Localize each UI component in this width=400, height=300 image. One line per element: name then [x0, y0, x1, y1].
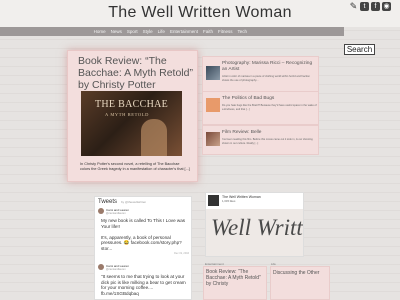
post-card-title[interactable]: Discussing the Other: [273, 270, 333, 276]
tweet-avatar[interactable]: [98, 208, 104, 214]
post-card-title[interactable]: Book Review: “The Bacchae: A Myth Retold…: [206, 269, 266, 287]
facebook-cover-image[interactable]: Well Written: [206, 209, 303, 256]
post-card-excerpt: Artist in color of marissa in a piece of…: [222, 75, 310, 82]
post-thumbnail[interactable]: [206, 98, 220, 112]
nav-item-style[interactable]: Style: [143, 29, 153, 34]
image-subtitle: A MYTH RETOLD: [105, 112, 149, 117]
main-nav: Home News Sport Style Life Entertainment…: [0, 27, 344, 36]
post-card-excerpt: Do you hate bugs like the Brazil? Becaus…: [222, 104, 317, 111]
twitter-icon[interactable]: t: [360, 2, 369, 11]
pen-icon[interactable]: ✎: [349, 2, 358, 11]
image-title: THE BACCHAE: [95, 99, 169, 110]
nav-item-entertainment[interactable]: Entertainment: [170, 29, 198, 34]
post-card[interactable]: Film Review: Belle I've been reading thi…: [202, 125, 319, 155]
tweets-heading: Tweets: [98, 199, 118, 205]
post-card-title[interactable]: The Politics of Bad Bugs: [222, 96, 317, 102]
image-figure: [141, 119, 167, 156]
nav-item-fitness[interactable]: Fitness: [218, 29, 233, 34]
facebook-page-avatar[interactable]: [208, 195, 219, 206]
tweet[interactable]: Cami and Lauren @camiandlauren My new bo…: [98, 208, 189, 256]
featured-post-title[interactable]: Book Review: “The Bacchae: A Myth Retold…: [78, 55, 193, 91]
tweet-handle[interactable]: @camiandlauren: [106, 212, 126, 215]
post-card[interactable]: Book Review: “The Bacchae: A Myth Retold…: [203, 266, 267, 300]
nav-item-news[interactable]: News: [111, 29, 122, 34]
nav-item-home[interactable]: Home: [94, 29, 106, 34]
search-button[interactable]: Search: [344, 44, 375, 55]
facebook-page-widget[interactable]: The Well Written Woman 1,045 likes Well …: [205, 192, 304, 257]
post-card[interactable]: Discussing the Other: [270, 266, 330, 300]
cover-text: Well Written: [211, 215, 303, 240]
post-card-title[interactable]: Photography: Marissa Ricci – Recognizing…: [222, 61, 317, 73]
rss-icon[interactable]: ◉: [382, 2, 391, 11]
nav-item-faith[interactable]: Faith: [203, 29, 213, 34]
post-thumbnail[interactable]: [206, 132, 220, 146]
site-header: The Well Written Woman ✎ t f ◉: [0, 0, 400, 27]
twitter-timeline[interactable]: Tweets by @thewellwritten Cami and Laure…: [94, 196, 192, 300]
tweet-text: My new book is called To This I Love was…: [101, 218, 186, 251]
tweet-date[interactable]: Dec 19, 2016: [174, 252, 189, 255]
nav-item-life[interactable]: Life: [158, 29, 165, 34]
featured-post[interactable]: Book Review: “The Bacchae: A Myth Retold…: [67, 50, 198, 182]
background-texture: [0, 0, 400, 300]
post-card[interactable]: The Politics of Bad Bugs Do you hate bug…: [202, 91, 319, 125]
tweet-avatar[interactable]: [98, 264, 104, 270]
nav-item-sport[interactable]: Sport: [127, 29, 138, 34]
site-title[interactable]: The Well Written Woman: [0, 4, 400, 22]
featured-post-image[interactable]: THE BACCHAE A MYTH RETOLD: [81, 91, 182, 156]
tweet[interactable]: Cami and Lauren @camiandlauren "It seems…: [98, 264, 189, 300]
post-card-title[interactable]: Film Review: Belle: [222, 130, 317, 136]
tweets-by[interactable]: by @thewellwritten: [121, 200, 146, 204]
nav-item-tech[interactable]: Tech: [237, 29, 247, 34]
tweet-text: "It seems to me that trying to look at y…: [101, 274, 186, 296]
post-thumbnail[interactable]: [206, 66, 220, 80]
tweet-handle[interactable]: @camiandlauren: [106, 268, 126, 271]
post-card-excerpt: I've been reading this film. Before this…: [222, 138, 313, 145]
facebook-icon[interactable]: f: [371, 2, 380, 11]
facebook-page-likes: 1,045 likes: [222, 199, 236, 203]
featured-post-excerpt: In Christy Potter's second novel, a rete…: [80, 162, 190, 171]
social-links: ✎ t f ◉: [349, 2, 391, 11]
post-card[interactable]: Photography: Marissa Ricci – Recognizing…: [202, 56, 319, 96]
